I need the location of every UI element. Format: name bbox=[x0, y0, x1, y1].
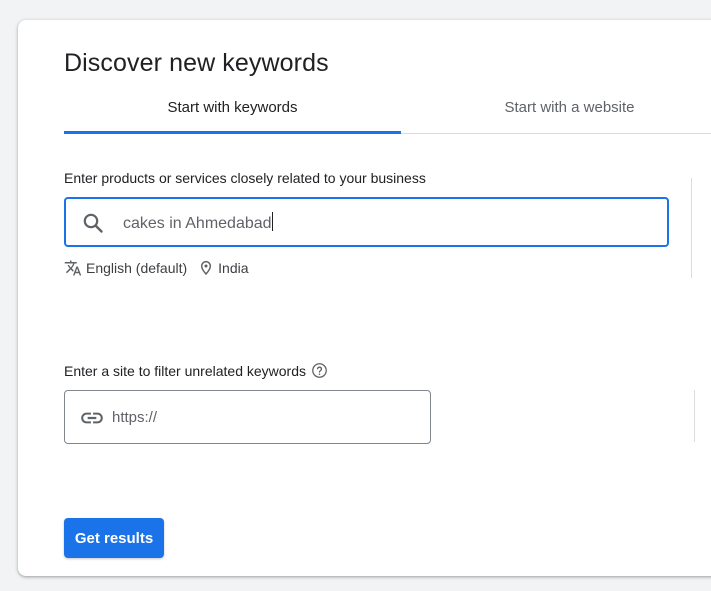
location-pin-icon bbox=[201, 260, 212, 276]
location-selector[interactable]: India bbox=[198, 260, 249, 276]
discover-keywords-card: Discover new keywords Start with keyword… bbox=[18, 20, 711, 576]
panel-divider bbox=[691, 178, 692, 278]
tab-start-with-website[interactable]: Start with a website bbox=[401, 84, 711, 130]
tab-start-with-keywords[interactable]: Start with keywords bbox=[64, 84, 401, 130]
targeting-row: English (default) India bbox=[64, 258, 249, 278]
help-icon[interactable] bbox=[311, 362, 328, 379]
language-value: English (default) bbox=[86, 260, 188, 276]
keywords-input[interactable]: cakes in Ahmedabad bbox=[64, 197, 669, 247]
keywords-input-value[interactable]: cakes in Ahmedabad bbox=[123, 215, 272, 232]
location-value: India bbox=[218, 260, 249, 276]
tab-bar: Start with keywords Start with a website bbox=[64, 84, 711, 134]
page-title: Discover new keywords bbox=[64, 49, 329, 77]
language-selector[interactable]: English (default) bbox=[64, 259, 187, 277]
get-results-button[interactable]: Get results bbox=[64, 518, 164, 558]
keywords-label: Enter products or services closely relat… bbox=[64, 170, 426, 186]
panel-divider bbox=[694, 390, 695, 442]
site-filter-field[interactable] bbox=[64, 390, 431, 444]
text-caret bbox=[271, 212, 273, 231]
site-filter-label: Enter a site to filter unrelated keyword… bbox=[64, 362, 328, 379]
translate-icon bbox=[64, 260, 82, 276]
search-icon bbox=[83, 213, 103, 233]
site-filter-input[interactable] bbox=[112, 405, 412, 429]
site-filter-label-text: Enter a site to filter unrelated keyword… bbox=[64, 362, 307, 379]
active-tab-indicator bbox=[64, 131, 401, 134]
link-icon bbox=[81, 412, 103, 424]
